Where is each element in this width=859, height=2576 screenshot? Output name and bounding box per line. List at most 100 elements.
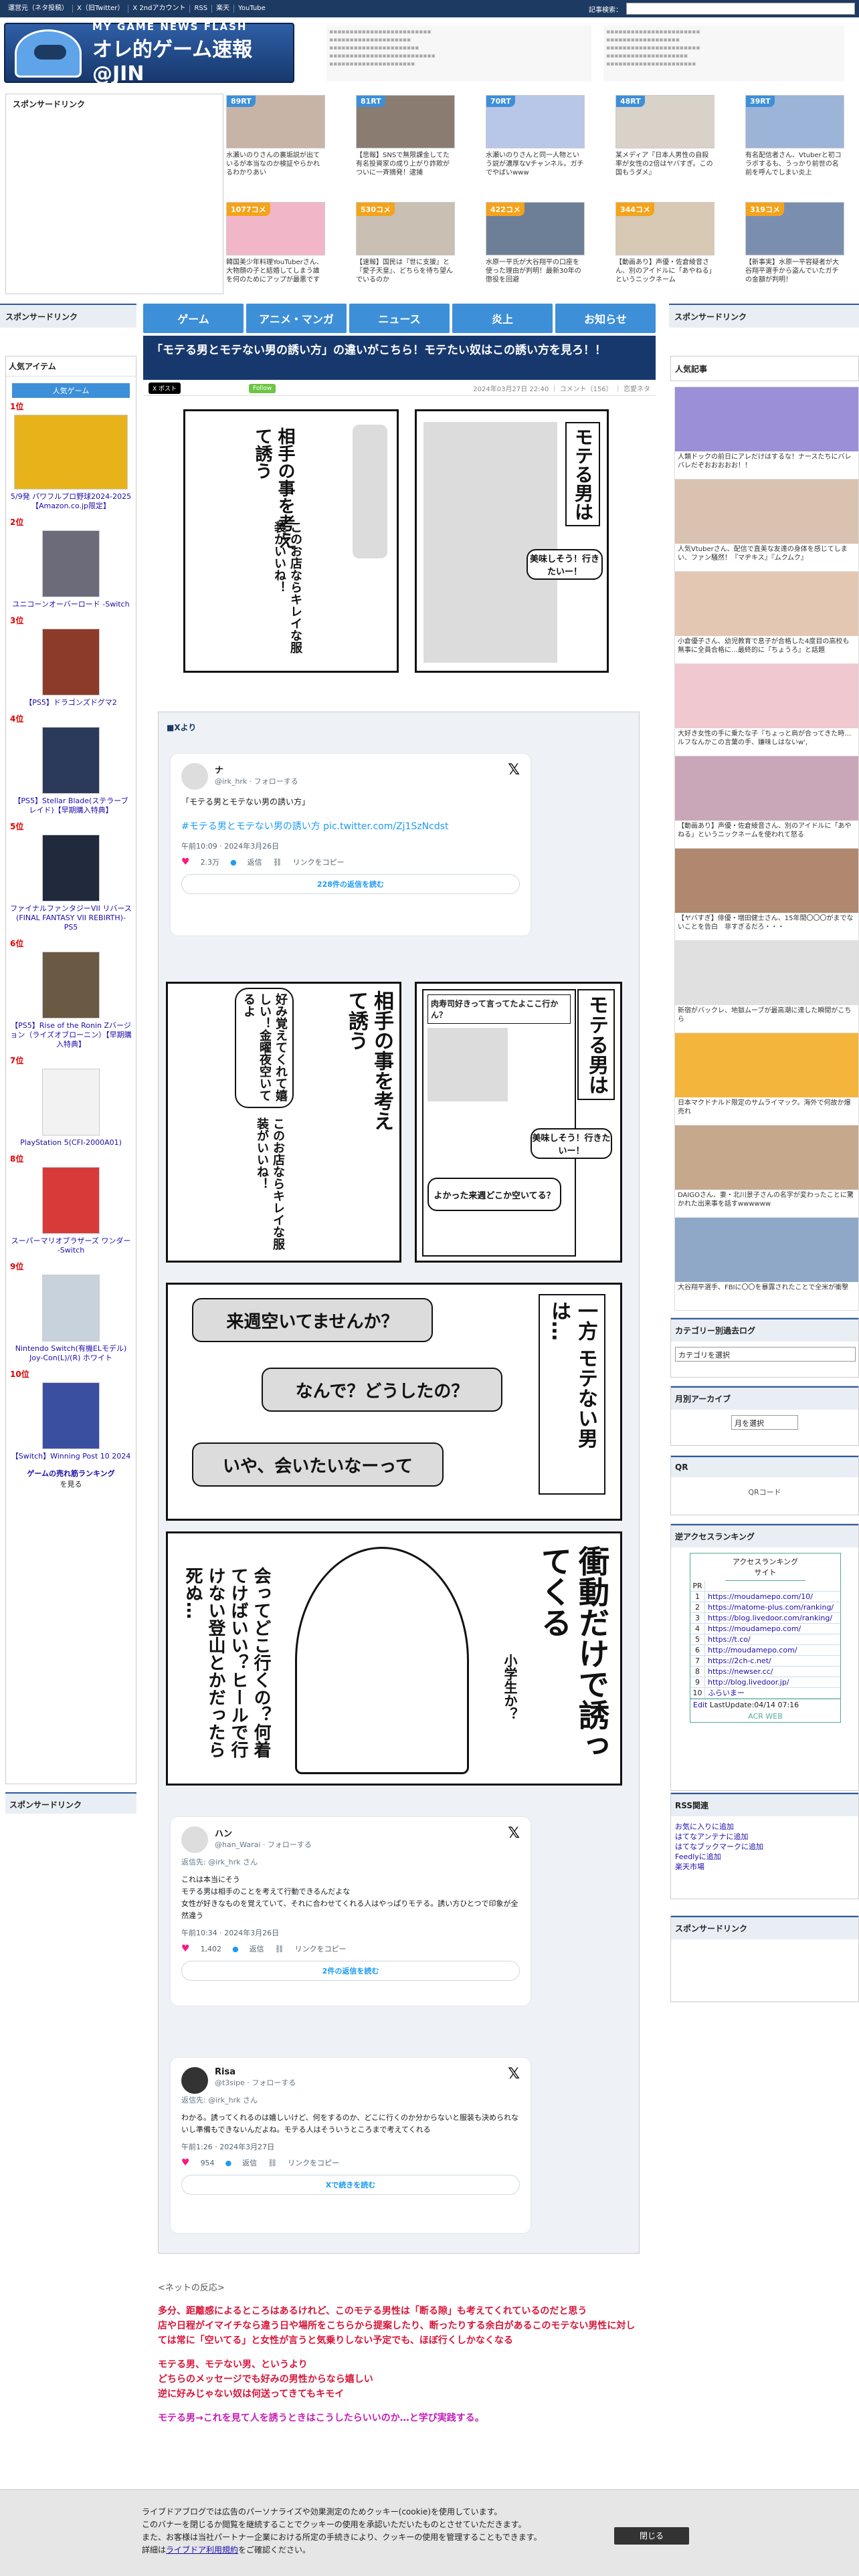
embed-handle[interactable]: @t3sipe · フォローする <box>215 2077 520 2088</box>
copy-link-label[interactable]: リンクをコピー <box>295 1943 347 1954</box>
category-select[interactable]: カテゴリを選択 <box>675 1347 856 1362</box>
rss-link[interactable]: Feedlyに追加 <box>675 1852 721 1861</box>
topbar-link[interactable]: X 2ndアカウント <box>128 5 191 13</box>
trending-thumb[interactable]: 81RT 【悲報】SNSで無限課金してた有名投資家の成り上がり詐欺がついに一斉摘発… <box>356 95 455 195</box>
product-image[interactable] <box>42 1167 100 1234</box>
ranking-item[interactable]: 9位 Nintendo Switch(有機ELモデル) Joy-Con(L)/(R… <box>6 1258 136 1366</box>
nav-anime-manga[interactable]: アニメ・マンガ <box>246 304 347 333</box>
link-icon[interactable]: ⛓ <box>273 858 282 867</box>
ranking-item[interactable]: 3位 【PS5】ドラゴンズドグマ2 <box>6 612 136 710</box>
nav-notice[interactable]: お知らせ <box>555 304 656 333</box>
thumb-caption[interactable]: 某メディア『日本人男性の自殺率が女性の2倍はヤバすぎ。この国もうダメ』 <box>615 151 714 186</box>
product-name[interactable]: ファイナルファンタジーVII リバース(FINAL FANTASY VII RE… <box>10 904 132 932</box>
access-url[interactable] <box>705 1581 708 1591</box>
reply-label[interactable]: 返信 <box>248 857 262 867</box>
trending-thumb[interactable]: 89RT 水瀬いのりさんの裏垢説が出ているが本当なのか検証やらかれるわかりあい <box>226 95 325 195</box>
popular-article[interactable]: 小倉優子さん、幼児教育で息子が合格した4度目の高校も無事に全員合格に…最終的に『… <box>674 571 859 665</box>
nav-game[interactable]: ゲーム <box>143 304 244 333</box>
access-url[interactable]: http://moudamepo.com/ <box>705 1645 797 1655</box>
product-image[interactable] <box>42 1382 100 1449</box>
read-replies-button[interactable]: 228件の返信を読む <box>181 874 520 894</box>
thumb-caption[interactable]: 【速報】国民は『世に支援』と『愛子天皇』、どちらを待ち望んでいるのか <box>356 258 455 293</box>
popular-article[interactable]: 新宿がバックレ、地獄ムーブが最高潮に達した瞬間がこちら <box>674 940 859 1034</box>
thumb-caption[interactable]: 【動画あり】声優・佐倉綾音さん、別のアイドルに「あやねる」というニックネーム <box>615 258 714 293</box>
reply-icon[interactable]: ● <box>230 858 237 867</box>
ranking-item[interactable]: 8位 スーパーマリオブラザーズ ワンダー -Switch <box>6 1150 136 1258</box>
nav-enjo[interactable]: 炎上 <box>452 304 553 333</box>
access-url[interactable]: https://t.co/ <box>705 1634 751 1644</box>
product-name[interactable]: スーパーマリオブラザーズ ワンダー -Switch <box>10 1237 132 1255</box>
ranking-item[interactable]: 5位 ファイナルファンタジーVII リバース(FINAL FANTASY VII … <box>6 818 136 935</box>
article-thumb-caption[interactable]: 人類ドックの前日にアレだけはするな！ナースたちにバレバレだぞおおおおお！！ <box>675 451 858 478</box>
thumb-caption[interactable]: 【悲報】SNSで無限課金してた有名投資家の成り上がり詐欺がついに一斉摘発！逮捕 <box>356 151 455 186</box>
reply-label[interactable]: 返信 <box>250 1943 264 1954</box>
x-logo-icon[interactable]: 𝕏 <box>508 1825 520 1842</box>
trending-thumb[interactable]: 48RT 某メディア『日本人男性の自殺率が女性の2倍はヤバすぎ。この国もうダメ』 <box>615 95 714 195</box>
popular-article[interactable]: 日本マクドナルド限定のサムライマック。海外で何故か爆売れ <box>674 1033 859 1126</box>
ranking-item[interactable]: 10位 【Switch】Winning Post 10 2024 <box>6 1366 136 1464</box>
embed-time[interactable]: 午前10:09 · 2024年3月26日 <box>181 841 520 851</box>
access-url[interactable]: https://moudamepo.com/ <box>705 1624 801 1634</box>
article-thumb-caption[interactable]: 日本マクドナルド限定のサムライマック。海外で何故か爆売れ <box>675 1097 858 1124</box>
article-thumb-caption[interactable]: 人気Vtuberさん、配信で直美な友達の身体を感じてしまい、ファン騒然！『マヂキ… <box>675 544 858 570</box>
topbar-link[interactable]: YouTube <box>234 5 270 13</box>
thumb-caption[interactable]: 水原一平氏が大谷翔平の口座を使った理由が判明！最新30年の懲役を回避 <box>486 258 585 293</box>
read-replies-button[interactable]: 2件の返信を読む <box>181 1961 520 1981</box>
access-edit-link[interactable]: Edit <box>693 1701 707 1709</box>
article-thumb-caption[interactable]: 新宿がバックレ、地獄ムーブが最高潮に達した瞬間がこちら <box>675 1005 858 1032</box>
product-name[interactable]: PlayStation 5(CFI-2000A01) <box>10 1138 132 1148</box>
article-thumb-caption[interactable]: 【動画あり】声優・佐倉綾音さん、別のアイドルに「あやねる」というニックネームを使… <box>675 821 858 847</box>
embed-time[interactable]: 午前1:26 · 2024年3月27日 <box>181 2141 520 2152</box>
popular-article[interactable]: 人類ドックの前日にアレだけはするな！ナースたちにバレバレだぞおおおおお！！ <box>674 387 859 480</box>
rss-link[interactable]: はてなブックマークに追加 <box>675 1842 763 1851</box>
article-thumb-caption[interactable]: 小倉優子さん、幼児教育で息子が合格した4度目の高校も無事に全員合格に…最終的に『… <box>675 636 858 663</box>
embed-handle[interactable]: @han_Warai · フォローする <box>215 1839 520 1850</box>
heart-icon[interactable]: ♥ <box>181 1943 190 1954</box>
thumb-caption[interactable]: 【新事実】水原一平容疑者が大谷翔平選手から盗んでいたガチの金額が判明！ <box>745 258 844 293</box>
product-name[interactable]: 【PS5】Stellar Blade(ステラーブレイド)【早期購入特典】 <box>10 796 132 815</box>
product-image[interactable] <box>42 952 100 1018</box>
access-url[interactable]: https://2ch-c.net/ <box>705 1656 771 1666</box>
product-image[interactable] <box>42 530 100 597</box>
article-thumb-caption[interactable]: 大谷翔平選手、FBIに〇〇を暴露されたことで全米が衝撃 <box>675 1282 858 1309</box>
x-logo-icon[interactable]: 𝕏 <box>508 762 520 778</box>
heart-icon[interactable]: ♥ <box>181 2157 190 2168</box>
embed-handle[interactable]: @irk_hrk · フォローする <box>215 776 520 786</box>
topbar-link[interactable]: RSS <box>190 5 213 13</box>
product-name[interactable]: 5/9発 パワフルプロ野球2024-2025 【Amazon.co.jp限定】 <box>10 492 132 511</box>
trending-thumb[interactable]: 530コメ 【速報】国民は『世に支援』と『愛子天皇』、どちらを待ち望んでいるのか <box>356 202 455 302</box>
access-url[interactable]: https://moudamepo.com/10/ <box>705 1592 813 1602</box>
ranking-item[interactable]: 1位 5/9発 パワフルプロ野球2024-2025 【Amazon.co.jp限定… <box>6 398 136 514</box>
topbar-link[interactable]: X（旧Twitter） <box>73 5 129 13</box>
popular-article[interactable]: DAIGOさん、妻・北川景子さんの名字が変わったことに驚かれた出来事を話すwww… <box>674 1125 859 1218</box>
access-url[interactable]: https://blog.livedoor.com/ranking/ <box>705 1613 832 1623</box>
access-url[interactable]: https://matome-plus.com/ranking/ <box>705 1602 834 1612</box>
product-name[interactable]: 【Switch】Winning Post 10 2024 <box>10 1452 132 1461</box>
thumb-caption[interactable]: 有名配信者さん、Vtuberと初コラボするも、うっかり前世の名前を呼んでしまい炎… <box>745 151 844 186</box>
article-thumb-caption[interactable]: 【ヤバすぎ】俳優・増田健士さん、15年間〇〇〇がまでないことを告白 非すぎるだろ… <box>675 913 858 940</box>
thumb-caption[interactable]: 水瀬いのりさんと同一人物という説が濃厚なVチャンネル。ガチでやばいwww <box>486 151 585 186</box>
article-thumb-caption[interactable]: DAIGOさん、妻・北川景子さんの名字が変わったことに驚かれた出来事を話すwww… <box>675 1190 858 1216</box>
search-input[interactable] <box>626 3 855 15</box>
article-thumb-caption[interactable]: 大好き女性の手に乗たな子『ちょっと肩が合ってきた時…ルフなんかこの言葉の手、嫌味… <box>675 728 858 755</box>
popular-article[interactable]: 【動画あり】声優・佐倉綾音さん、別のアイドルに「あやねる」というニックネームを使… <box>674 756 859 849</box>
product-image[interactable] <box>42 1069 100 1136</box>
product-name[interactable]: Nintendo Switch(有機ELモデル) Joy-Con(L)/(R) … <box>10 1344 132 1363</box>
product-name[interactable]: ユニコーンオーバーロード -Switch <box>10 600 132 609</box>
ranking-item[interactable]: 7位 PlayStation 5(CFI-2000A01) <box>6 1052 136 1150</box>
popular-article[interactable]: 【ヤバすぎ】俳優・増田健士さん、15年間〇〇〇がまでないことを告白 非すぎるだろ… <box>674 848 859 942</box>
copy-link-label[interactable]: リンクをコピー <box>288 2157 339 2168</box>
x-logo-icon[interactable]: 𝕏 <box>508 2066 520 2082</box>
monthly-select[interactable]: 月を選択 <box>731 1415 798 1430</box>
popular-tab[interactable]: 人気ゲーム <box>12 383 130 398</box>
topbar-link[interactable]: 運営元（ネタ投稿） <box>4 5 73 13</box>
ranking-item[interactable]: 4位 【PS5】Stellar Blade(ステラーブレイド)【早期購入特典】 <box>6 710 136 818</box>
read-more-button[interactable]: Xで続きを読む <box>181 2175 520 2195</box>
rss-link[interactable]: お気に入りに追加 <box>675 1822 734 1831</box>
product-image[interactable] <box>14 415 128 490</box>
product-name[interactable]: 【PS5】Rise of the Ronin Zバージョン（ライズオブローニン）… <box>10 1021 132 1049</box>
acr-web-link[interactable]: ACR WEB <box>690 1711 840 1722</box>
trending-thumb[interactable]: 319コメ 【新事実】水原一平容疑者が大谷翔平選手から盗んでいたガチの金額が判明！ <box>745 202 844 302</box>
topbar-link[interactable]: 楽天 <box>212 5 235 13</box>
heart-icon[interactable]: ♥ <box>181 857 190 867</box>
